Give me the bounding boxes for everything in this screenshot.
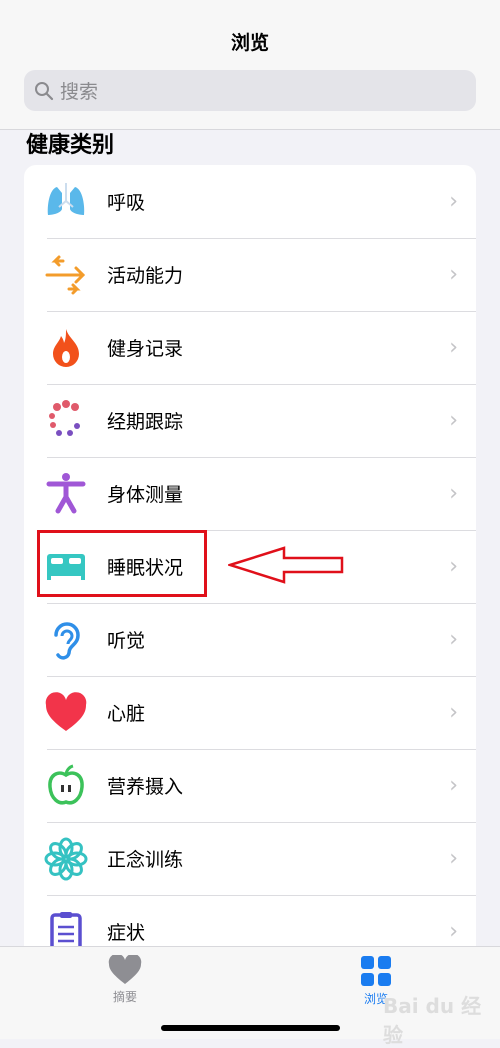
search-input[interactable]: 搜索 xyxy=(24,70,476,111)
chevron-right-icon: › xyxy=(449,554,458,579)
ear-icon xyxy=(43,617,89,663)
nav-header: 浏览 搜索 xyxy=(0,0,500,130)
chevron-right-icon: › xyxy=(449,189,458,214)
category-row[interactable]: 营养摄入 › xyxy=(24,749,476,822)
category-label: 身体测量 xyxy=(107,484,184,506)
heart-icon xyxy=(108,953,142,984)
tab-label: 摘要 xyxy=(112,990,137,1004)
category-row[interactable]: 活动能力 › xyxy=(24,238,476,311)
tab-summary[interactable]: 摘要 xyxy=(85,953,165,1005)
search-placeholder: 搜索 xyxy=(60,81,99,103)
category-label: 经期跟踪 xyxy=(107,411,184,433)
arrow-annotation xyxy=(228,546,344,584)
category-label: 活动能力 xyxy=(107,265,184,287)
search-icon xyxy=(35,81,54,100)
chevron-right-icon: › xyxy=(449,335,458,360)
apple-icon xyxy=(43,763,89,809)
category-label: 听觉 xyxy=(107,630,146,652)
chevron-right-icon: › xyxy=(449,408,458,433)
category-row[interactable]: 经期跟踪 › xyxy=(24,384,476,457)
home-indicator xyxy=(161,1025,340,1031)
category-label: 正念训练 xyxy=(107,849,184,871)
chevron-right-icon: › xyxy=(449,846,458,871)
category-row[interactable]: 健身记录 › xyxy=(24,311,476,384)
heart-icon xyxy=(43,690,89,736)
category-label: 心脏 xyxy=(107,703,146,725)
chevron-right-icon: › xyxy=(449,700,458,725)
chevron-right-icon: › xyxy=(449,919,458,944)
category-label: 症状 xyxy=(107,922,146,944)
category-row[interactable]: 呼吸 › xyxy=(24,165,476,238)
category-row[interactable]: 正念训练 › xyxy=(24,822,476,895)
flame-icon xyxy=(43,325,89,371)
section-title: 健康类别 xyxy=(26,133,115,158)
category-row[interactable]: 听觉 › xyxy=(24,603,476,676)
chevron-right-icon: › xyxy=(449,627,458,652)
chevron-right-icon: › xyxy=(449,773,458,798)
page-title: 浏览 xyxy=(230,32,269,54)
category-row[interactable]: 身体测量 › xyxy=(24,457,476,530)
category-label: 呼吸 xyxy=(107,192,146,214)
cycle-dots-icon xyxy=(43,398,89,444)
figure-icon xyxy=(43,471,89,517)
grid-icon xyxy=(361,956,391,986)
category-label: 健身记录 xyxy=(107,338,184,360)
watermark-logo: Bai du 经验 xyxy=(383,994,482,1047)
arrows-icon xyxy=(43,252,89,298)
highlight-box xyxy=(37,530,207,597)
category-row[interactable]: 心脏 › xyxy=(24,676,476,749)
chevron-right-icon: › xyxy=(449,262,458,287)
category-label: 营养摄入 xyxy=(107,776,184,798)
flower-icon xyxy=(43,836,89,882)
lungs-icon xyxy=(43,179,89,225)
chevron-right-icon: › xyxy=(449,481,458,506)
